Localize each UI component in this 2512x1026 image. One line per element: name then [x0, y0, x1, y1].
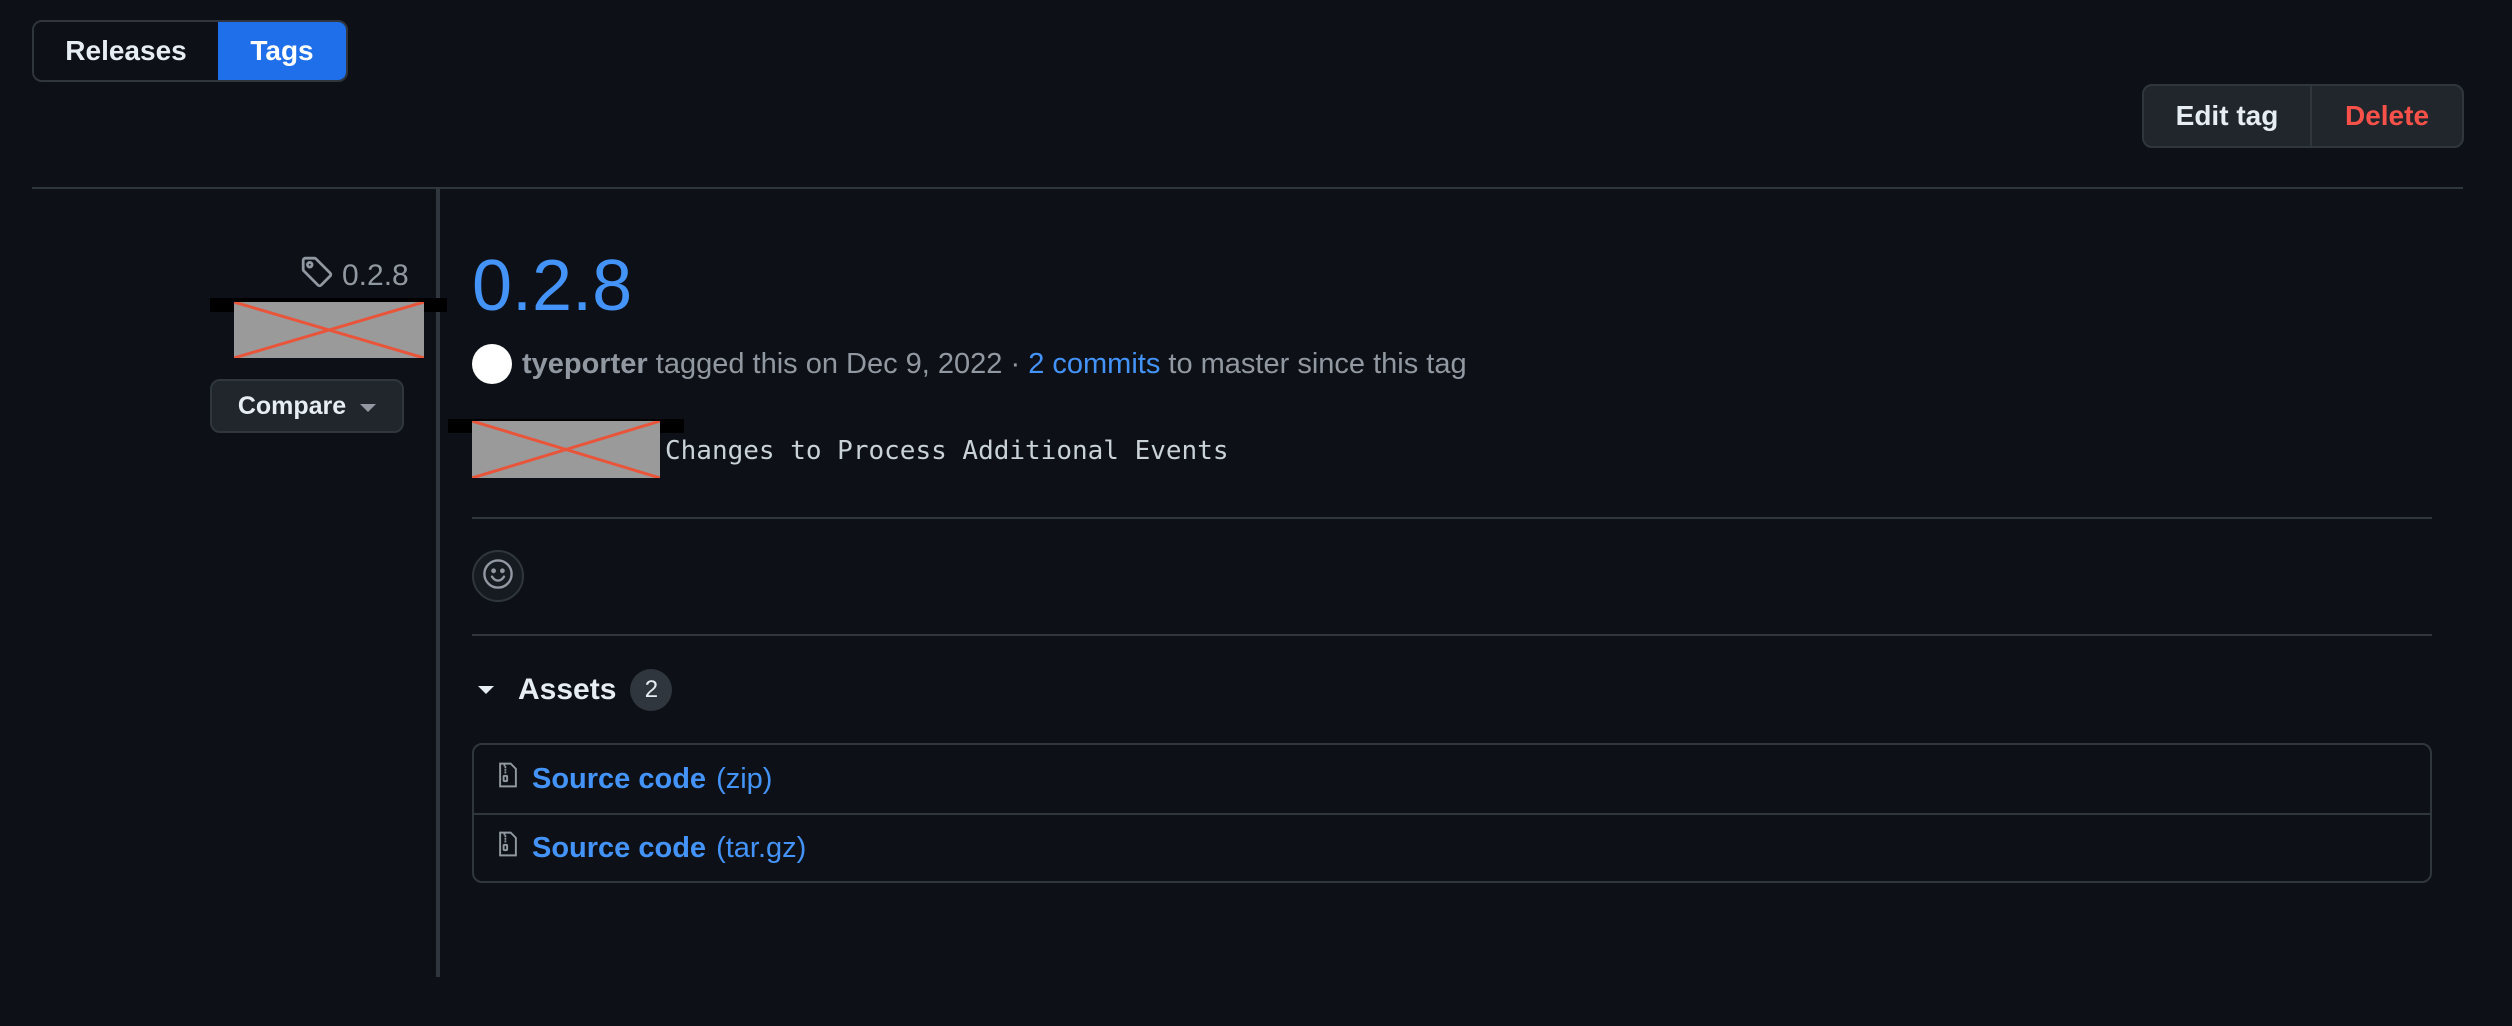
- compare-button[interactable]: Compare: [210, 379, 404, 433]
- divider: [472, 517, 2432, 519]
- since-text: to master since this tag: [1160, 347, 1467, 380]
- tag-icon: [300, 255, 334, 297]
- assets-label: Assets: [518, 673, 617, 706]
- release-meta: tyeporter tagged this on Dec 9, 2022 · 2…: [472, 344, 1467, 384]
- tab-tags[interactable]: Tags: [218, 22, 346, 80]
- tag-reference[interactable]: 0.2.8: [300, 255, 409, 297]
- avatar[interactable]: [472, 344, 512, 384]
- tab-releases[interactable]: Releases: [34, 22, 218, 80]
- divider: [32, 187, 2463, 189]
- compare-label: Compare: [237, 391, 347, 420]
- asset-name[interactable]: Source code: [532, 832, 706, 865]
- file-zip-icon: [494, 829, 522, 867]
- assets-list: Source code (zip) Source code (tar.gz): [472, 743, 2432, 883]
- commits-link[interactable]: 2 commits: [1028, 348, 1160, 381]
- assets-count-badge: 2: [630, 669, 673, 711]
- assets-toggle[interactable]: Assets 2: [478, 668, 673, 712]
- tagged-text: tagged this on Dec 9, 2022 ·: [647, 347, 1029, 380]
- asset-ext[interactable]: (tar.gz): [716, 832, 806, 865]
- tag-name: 0.2.8: [342, 259, 409, 292]
- author-link[interactable]: tyeporter: [522, 348, 648, 381]
- triangle-down-icon: [478, 686, 494, 694]
- asset-name[interactable]: Source code: [532, 763, 706, 796]
- add-reaction-button[interactable]: [472, 550, 524, 602]
- asset-ext[interactable]: (zip): [716, 763, 772, 796]
- asset-item[interactable]: Source code (tar.gz): [474, 813, 2430, 881]
- delete-button[interactable]: Delete: [2312, 86, 2462, 146]
- tag-actions: Edit tag Delete: [2142, 84, 2464, 148]
- smiley-icon: [482, 558, 514, 595]
- release-notes: Changes to Process Additional Events: [665, 436, 1229, 466]
- file-zip-icon: [494, 760, 522, 798]
- asset-item[interactable]: Source code (zip): [474, 745, 2430, 813]
- release-title[interactable]: 0.2.8: [472, 244, 632, 328]
- divider: [472, 634, 2432, 636]
- broken-image-placeholder: [234, 302, 424, 358]
- broken-image-placeholder: [472, 421, 660, 478]
- edit-tag-button[interactable]: Edit tag: [2144, 86, 2312, 146]
- chevron-down-icon: [360, 404, 377, 412]
- releases-tags-switch: Releases Tags: [32, 20, 348, 82]
